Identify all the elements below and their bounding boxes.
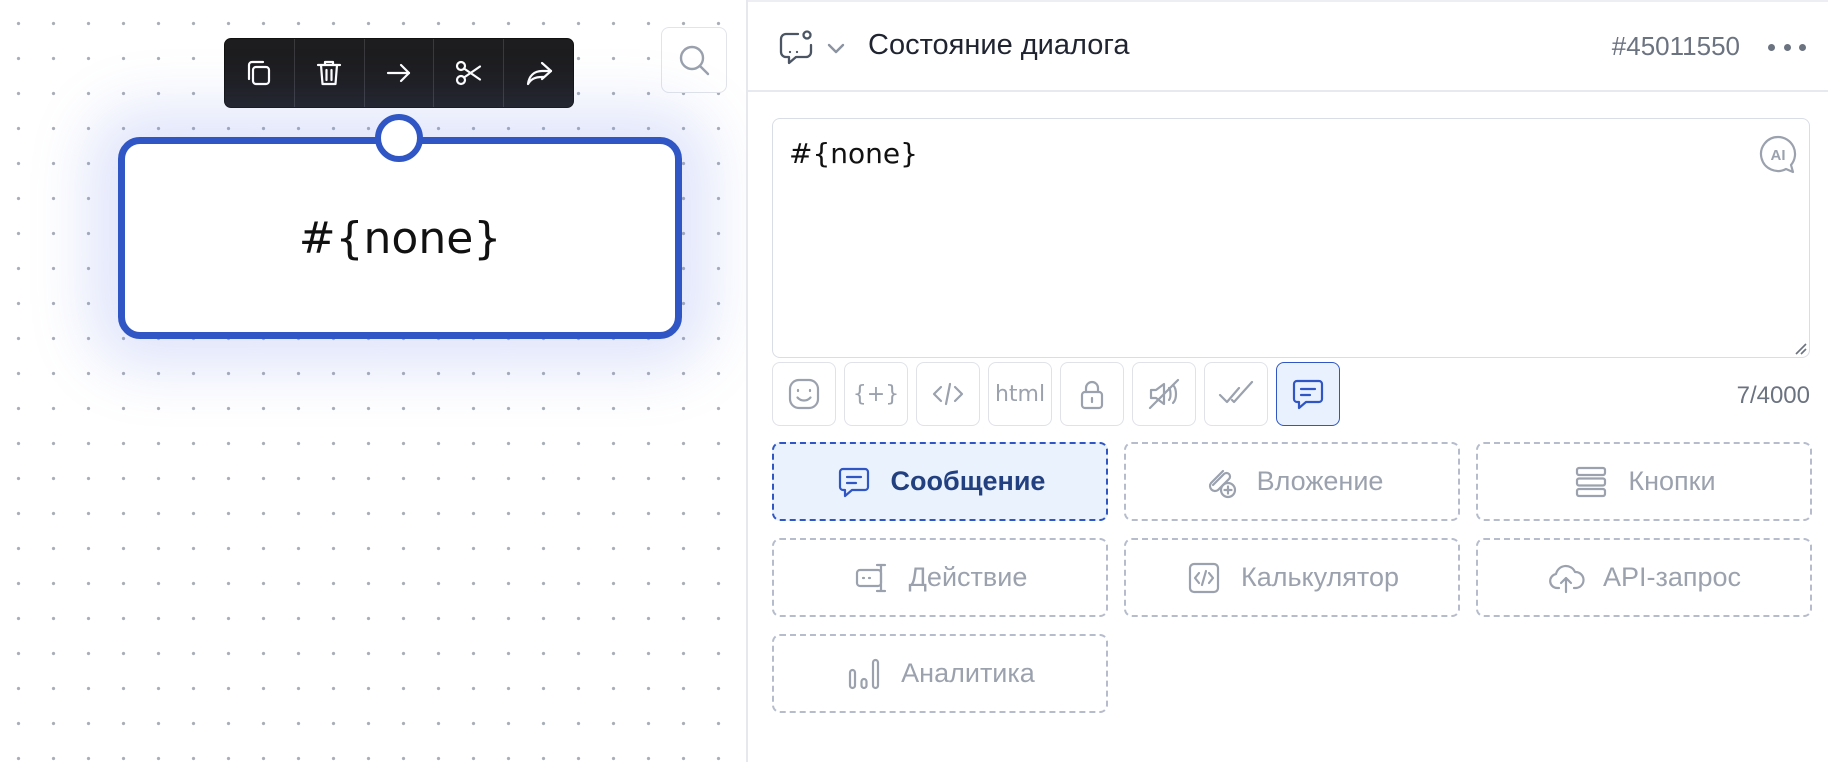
properties-panel: Состояние диалога #45011550 #{none} AI {… <box>748 0 1828 762</box>
block-label: Вложение <box>1256 466 1384 496</box>
editor-content[interactable]: #{none} <box>789 137 918 170</box>
node-toolbar <box>224 38 574 108</box>
more-dot <box>1768 43 1775 51</box>
ai-label: AI <box>1771 147 1786 164</box>
block-label: Калькулятор <box>1240 562 1400 592</box>
message-icon <box>838 467 869 497</box>
copy-button[interactable] <box>225 39 295 107</box>
block-label: Действие <box>908 562 1028 592</box>
double-check-icon <box>1218 380 1254 404</box>
block-action[interactable]: Действие <box>772 538 1108 617</box>
block-label: Сообщение <box>890 466 1046 496</box>
block-api-request[interactable]: API-запрос <box>1476 538 1812 617</box>
message-icon <box>1292 379 1324 410</box>
char-counter: 7/4000 <box>1736 382 1810 409</box>
move-button[interactable] <box>365 39 435 107</box>
more-dot <box>1783 43 1791 51</box>
calculator-icon <box>1188 562 1220 593</box>
panel-title: Состояние диалога <box>868 29 1130 61</box>
canvas-search-button[interactable] <box>661 27 727 93</box>
chat-bubble-icon <box>776 28 816 68</box>
message-editor[interactable]: #{none} AI <box>772 118 1810 358</box>
arrow-right-icon <box>386 63 411 83</box>
scissors-icon <box>455 60 481 86</box>
insert-variable-label: {+} <box>852 381 900 407</box>
panel-header: Состояние диалога #45011550 <box>748 2 1828 92</box>
buttons-icon <box>1576 466 1607 497</box>
delete-button[interactable] <box>295 39 365 107</box>
ai-assist-button[interactable]: AI <box>1757 133 1799 175</box>
share-forward-icon <box>526 61 552 86</box>
ai-icon: AI <box>1759 135 1797 174</box>
html-label: html <box>994 381 1046 407</box>
message-node[interactable]: #{none} <box>118 137 682 339</box>
state-dropdown-toggle[interactable] <box>824 36 848 60</box>
read-receipt-button[interactable] <box>1204 362 1268 426</box>
block-attachment[interactable]: Вложение <box>1124 442 1460 521</box>
block-label: API-запрос <box>1602 562 1742 592</box>
action-icon <box>855 563 886 592</box>
block-calculator[interactable]: Калькулятор <box>1124 538 1460 617</box>
trash-icon <box>317 60 342 86</box>
insert-variable-button[interactable]: {+} <box>844 362 908 426</box>
chevron-down-icon <box>827 43 845 54</box>
html-button[interactable]: html <box>988 362 1052 426</box>
block-label: Аналитика <box>901 658 1035 688</box>
copy-icon <box>248 60 271 86</box>
share-button[interactable] <box>504 39 573 107</box>
analytics-icon <box>849 658 880 689</box>
code-icon <box>932 382 964 406</box>
block-message[interactable]: Сообщение <box>772 442 1108 521</box>
resize-handle[interactable] <box>1791 339 1807 355</box>
node-input-handle[interactable] <box>375 114 423 162</box>
code-button[interactable] <box>916 362 980 426</box>
more-dot <box>1799 43 1806 51</box>
editor-toolbar: {+} html <box>772 362 1340 426</box>
emoji-button[interactable] <box>772 362 836 426</box>
flow-canvas[interactable]: #{none} <box>0 0 746 762</box>
block-analytics[interactable]: Аналитика <box>772 634 1108 713</box>
message-mode-button[interactable] <box>1276 362 1340 426</box>
lock-button[interactable] <box>1060 362 1124 426</box>
emoji-icon <box>788 378 820 410</box>
block-buttons[interactable]: Кнопки <box>1476 442 1812 521</box>
voice-off-button[interactable] <box>1132 362 1196 426</box>
node-id: #45011550 <box>1611 31 1740 61</box>
more-menu-button[interactable] <box>1762 32 1812 62</box>
attachment-icon <box>1208 469 1236 498</box>
cut-button[interactable] <box>434 39 505 107</box>
node-text: #{none} <box>298 212 502 264</box>
lock-icon <box>1080 380 1104 410</box>
block-label: Кнопки <box>1628 466 1716 496</box>
search-icon <box>679 45 710 76</box>
voice-off-icon <box>1148 378 1180 410</box>
cloud-upload-icon <box>1549 564 1585 593</box>
